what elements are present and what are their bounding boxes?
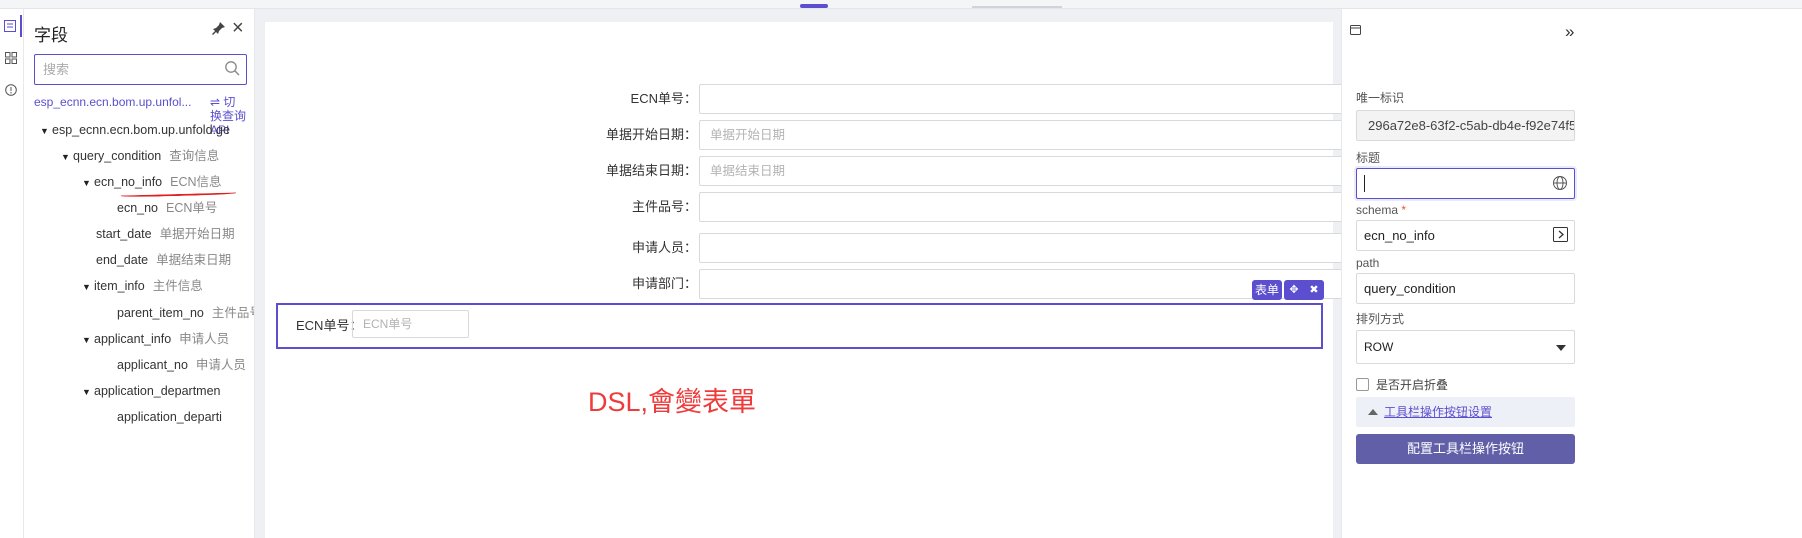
layout-label: 排列方式 bbox=[1356, 312, 1405, 326]
fields-icon[interactable] bbox=[0, 15, 22, 37]
divider bbox=[972, 6, 1062, 8]
expand-arrow-icon[interactable]: ▼ bbox=[82, 383, 94, 401]
chevron-down-icon bbox=[1556, 345, 1566, 351]
pin-icon[interactable] bbox=[212, 21, 226, 39]
collapse-checkbox[interactable] bbox=[1356, 378, 1369, 391]
required-mark: * bbox=[1401, 203, 1407, 217]
chevron-up-icon bbox=[1368, 409, 1378, 415]
selected-form-block[interactable]: ECN单号： ECN单号 bbox=[276, 303, 1323, 349]
parent-item-input[interactable] bbox=[699, 192, 1377, 222]
tree-node[interactable]: start_date 单据开始日期 bbox=[96, 225, 235, 243]
tree-node-selected[interactable]: ▼ ecn_no_info ECN信息 bbox=[82, 173, 222, 191]
unique-id-label: 唯一标识 bbox=[1356, 91, 1405, 105]
api-source-name[interactable]: esp_ecnn.ecn.bom.up.unfol... bbox=[34, 95, 191, 109]
tree-node[interactable]: ecn_no ECN单号 bbox=[117, 199, 217, 217]
field-label: ECN单号： bbox=[630, 91, 697, 106]
form-row: 主件品号： bbox=[265, 191, 697, 223]
tree-node[interactable]: application_departi bbox=[117, 408, 222, 426]
path-input[interactable]: query_condition bbox=[1356, 273, 1575, 304]
handwritten-underline bbox=[120, 191, 237, 198]
unique-id-field: 296a72e8-63f2-c5ab-db4e-f92e74f5d7 bbox=[1356, 110, 1575, 141]
search-input[interactable] bbox=[35, 55, 210, 84]
title-input[interactable] bbox=[1356, 168, 1575, 199]
configure-toolbar-button[interactable]: 配置工具栏操作按钮 bbox=[1356, 434, 1575, 464]
title-label: 标题 bbox=[1356, 151, 1381, 165]
start-date-input[interactable]: 单据开始日期 bbox=[699, 120, 1377, 150]
form-row: 申请部门： bbox=[265, 268, 697, 300]
expand-arrow-icon[interactable]: ▼ bbox=[82, 278, 94, 296]
tree-node[interactable]: ▼ application_departmen bbox=[82, 382, 220, 400]
expand-arrow-icon[interactable]: ▼ bbox=[40, 122, 52, 140]
toolbar-settings-section[interactable]: 工具栏操作按钮设置 bbox=[1356, 397, 1575, 427]
layout-select[interactable]: ROW bbox=[1356, 330, 1575, 364]
path-label: path bbox=[1356, 256, 1380, 270]
window-icon bbox=[1350, 24, 1361, 38]
collapse-panel-icon[interactable]: » bbox=[1565, 22, 1574, 42]
close-icon[interactable]: × bbox=[232, 17, 244, 40]
tree-node[interactable]: end_date 单据结束日期 bbox=[96, 251, 231, 269]
ecn-no-input[interactable] bbox=[699, 84, 1377, 114]
active-indicator bbox=[800, 4, 828, 8]
move-icon[interactable]: ✥ bbox=[1289, 280, 1298, 300]
expand-arrow-icon[interactable]: ▼ bbox=[82, 331, 94, 349]
field-label: 单据结束日期： bbox=[605, 163, 697, 178]
expand-arrow-icon[interactable]: ▼ bbox=[82, 174, 94, 192]
search-field bbox=[34, 54, 247, 85]
design-canvas[interactable]: ECN单号： 单据开始日期： 单据开始日期 单据结束日期： 单据结束日期 主件品… bbox=[265, 22, 1377, 538]
tree-node[interactable]: ▼ item_info 主件信息 bbox=[82, 277, 203, 295]
form-row: 单据开始日期： bbox=[265, 119, 697, 151]
schema-icon[interactable] bbox=[1553, 227, 1568, 242]
globe-icon[interactable] bbox=[1552, 175, 1568, 191]
expand-arrow-icon[interactable]: ▼ bbox=[61, 148, 73, 166]
field-label: 申请人员： bbox=[631, 240, 697, 255]
fields-panel: 字段 × esp_ecnn.ecn.bom.up.unfol... ⇌ 切换查询… bbox=[24, 9, 255, 538]
top-strip bbox=[0, 0, 1802, 9]
panel-title: 字段 bbox=[34, 26, 68, 45]
icon-rail bbox=[0, 9, 24, 538]
field-label: 申请部门： bbox=[631, 276, 697, 291]
applicant-input[interactable] bbox=[699, 233, 1377, 263]
tree-node[interactable]: ▼ applicant_info 申请人员 bbox=[82, 330, 229, 348]
text-caret bbox=[1364, 175, 1365, 192]
form-type-tag: 表单 bbox=[1252, 280, 1282, 300]
schema-label: schema * bbox=[1356, 203, 1407, 217]
component-toolbar: ✥ ✖ bbox=[1284, 280, 1324, 300]
components-icon[interactable] bbox=[0, 47, 22, 69]
handwritten-annotation: DSL,會變表單 bbox=[588, 387, 757, 417]
tree-node[interactable]: applicant_no 申请人员 bbox=[117, 356, 246, 374]
tree-node[interactable]: ▼ esp_ecnn.ecn.bom.up.unfold.ge bbox=[40, 121, 230, 139]
search-icon[interactable] bbox=[224, 60, 240, 76]
collapse-checkbox-label: 是否开启折叠 bbox=[1376, 378, 1449, 392]
field-label: 主件品号： bbox=[631, 199, 697, 214]
ecn-no-preview-input[interactable]: ECN单号 bbox=[352, 310, 469, 338]
info-icon[interactable] bbox=[0, 79, 22, 101]
tree-node[interactable]: ▼ query_condition 查询信息 bbox=[61, 147, 219, 165]
tree-node[interactable]: parent_item_no主件品号 bbox=[117, 304, 254, 322]
form-row: 单据结束日期： bbox=[265, 155, 697, 187]
form-row: 申请人员： bbox=[265, 232, 697, 264]
schema-field[interactable]: ecn_no_info bbox=[1356, 220, 1575, 251]
delete-icon[interactable]: ✖ bbox=[1309, 280, 1318, 300]
field-label: 单据开始日期： bbox=[605, 127, 697, 142]
form-row: ECN单号： bbox=[265, 83, 697, 115]
api-source: esp_ecnn.ecn.bom.up.unfol... ⇌ 切换查询API bbox=[34, 95, 246, 137]
end-date-input[interactable]: 单据结束日期 bbox=[699, 156, 1377, 186]
properties-panel: » 唯一标识 296a72e8-63f2-c5ab-db4e-f92e74f5d… bbox=[1341, 9, 1802, 538]
